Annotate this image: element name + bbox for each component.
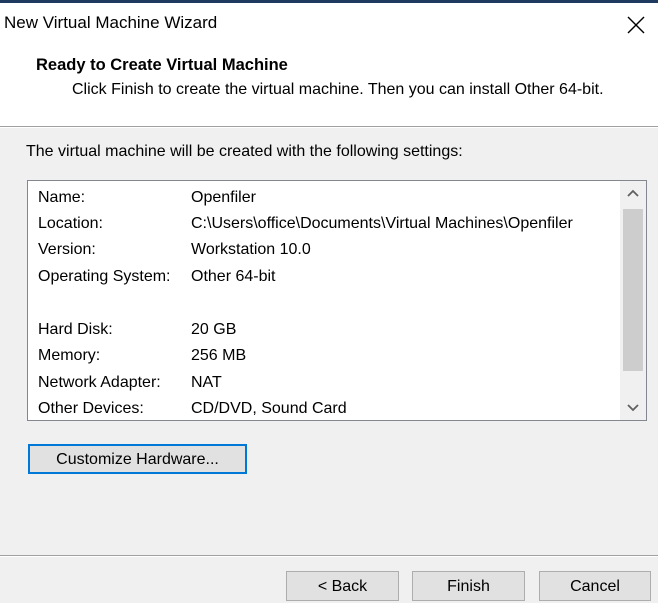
setting-value: NAT — [191, 374, 222, 391]
settings-summary-list[interactable]: Name: Openfiler Location: C:\Users\offic… — [27, 180, 647, 421]
setting-key: Version: — [38, 241, 96, 258]
setting-value: CD/DVD, Sound Card — [191, 400, 347, 417]
setting-value: 256 MB — [191, 347, 247, 364]
window-title: New Virtual Machine Wizard — [4, 13, 218, 32]
page-description: Click Finish to create the virtual machi… — [72, 81, 604, 98]
scroll-up-button[interactable] — [620, 181, 646, 205]
vertical-scrollbar[interactable] — [620, 181, 646, 420]
setting-key: Other Devices: — [38, 400, 144, 417]
setting-key: Name: — [38, 189, 86, 206]
setting-value: Other 64-bit — [191, 268, 276, 285]
setting-value: Openfiler — [191, 189, 256, 206]
setting-key: Operating System: — [38, 268, 171, 285]
setting-value: 20 GB — [191, 321, 237, 338]
title-bar[interactable]: New Virtual Machine Wizard — [0, 3, 658, 43]
cancel-button[interactable]: Cancel — [539, 571, 651, 601]
finish-button[interactable]: Finish — [412, 571, 525, 601]
scroll-down-button[interactable] — [620, 396, 646, 420]
setting-value: Workstation 10.0 — [191, 241, 311, 258]
setting-key: Hard Disk: — [38, 321, 113, 338]
setting-key: Network Adapter: — [38, 374, 161, 391]
chevron-up-icon — [627, 189, 639, 197]
setting-key: Location: — [38, 215, 103, 232]
close-icon — [627, 16, 645, 34]
settings-intro: The virtual machine will be created with… — [26, 143, 463, 160]
scrollbar-thumb[interactable] — [623, 209, 643, 371]
back-button[interactable]: < Back — [286, 571, 399, 601]
page-title: Ready to Create Virtual Machine — [36, 56, 288, 74]
wizard-header: Ready to Create Virtual Machine Click Fi… — [0, 43, 658, 126]
wizard-footer: < Back Finish Cancel — [0, 557, 658, 603]
setting-key: Memory: — [38, 347, 101, 364]
customize-hardware-button[interactable]: Customize Hardware... — [28, 444, 247, 474]
chevron-down-icon — [627, 404, 639, 412]
close-button[interactable] — [618, 7, 654, 43]
setting-value: C:\Users\office\Documents\Virtual Machin… — [191, 215, 573, 232]
wizard-body: The virtual machine will be created with… — [0, 128, 658, 555]
